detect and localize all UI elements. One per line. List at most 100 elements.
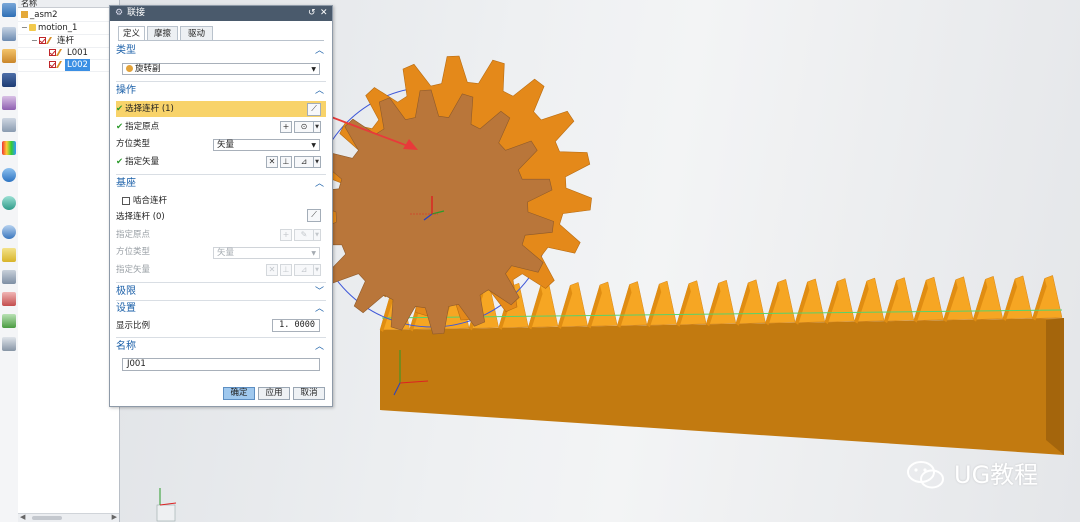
row-label: 啮合连杆 bbox=[133, 196, 168, 206]
tab-definition[interactable]: 定义 bbox=[118, 26, 145, 41]
gear-settings-icon: ⚙ bbox=[115, 8, 124, 18]
chevron-up-icon[interactable]: ︿ bbox=[315, 340, 324, 354]
row-label: 选择连杆 (1) bbox=[125, 104, 174, 114]
section-operation-header[interactable]: 操作 ︿ bbox=[116, 84, 326, 98]
cancel-button[interactable]: 取消 bbox=[293, 387, 325, 400]
visibility-checkbox[interactable] bbox=[49, 49, 56, 56]
process-studio-icon[interactable] bbox=[2, 196, 16, 210]
properties-icon[interactable] bbox=[2, 337, 16, 351]
base-vector-inference-icon: ⊿ bbox=[294, 264, 314, 276]
tab-divider bbox=[118, 40, 324, 41]
scroll-left-icon[interactable]: ◀ bbox=[20, 513, 25, 521]
point-options-dropdown-icon[interactable]: ▼ bbox=[314, 121, 321, 133]
motion-navigator: 名称 _asm2 − motion_1 − 连杆 L001 L002 ◀ ▶ bbox=[18, 0, 120, 522]
revolute-joint-icon bbox=[126, 65, 133, 72]
section-base-header[interactable]: 基座 ︿ bbox=[116, 177, 326, 191]
section-limits-header[interactable]: 极限 ﹀ bbox=[116, 285, 326, 299]
chevron-up-icon[interactable]: ︿ bbox=[315, 44, 324, 58]
base-link-select-icon[interactable]: ⟋ bbox=[307, 209, 321, 222]
visibility-checkbox[interactable] bbox=[49, 61, 56, 68]
section-name-header[interactable]: 名称 ︿ bbox=[116, 340, 326, 354]
tree-item-l002[interactable]: L002 bbox=[18, 59, 119, 72]
world-triad-icon bbox=[156, 488, 177, 522]
close-icon[interactable]: ✕ bbox=[320, 6, 328, 21]
operation-orientation-type-select[interactable]: 矢量 ▼ bbox=[213, 139, 320, 151]
section-title: 类型 bbox=[116, 45, 136, 56]
collapse-icon[interactable]: − bbox=[31, 35, 38, 47]
select-value: 矢量 bbox=[217, 248, 235, 258]
watermark-text: UG教程 bbox=[954, 461, 1039, 489]
check-icon: ✔ bbox=[116, 122, 124, 132]
column-header-name[interactable]: 名称 bbox=[18, 0, 119, 8]
assembly-navigator-icon[interactable] bbox=[2, 3, 16, 17]
dialog-title: 联接 bbox=[127, 8, 146, 18]
scrollbar-thumb[interactable] bbox=[32, 516, 62, 520]
tab-driver[interactable]: 驱动 bbox=[180, 26, 213, 40]
point-inference-icon[interactable]: ⊙ bbox=[294, 121, 314, 133]
web-browser-icon[interactable] bbox=[2, 118, 16, 132]
joint-type-value: 旋转副 bbox=[135, 64, 161, 74]
joint-name-input[interactable]: J001 bbox=[122, 358, 320, 371]
section-title: 基座 bbox=[116, 178, 136, 189]
dropdown-arrow-icon: ▼ bbox=[311, 142, 316, 149]
tree-item-motion[interactable]: − motion_1 bbox=[18, 22, 119, 35]
section-title: 极限 bbox=[116, 286, 136, 297]
assembly-icon bbox=[21, 11, 28, 18]
row-label: 指定矢量 bbox=[116, 265, 151, 275]
section-type-header[interactable]: 类型 ︿ bbox=[116, 44, 326, 58]
roles-icon[interactable] bbox=[2, 270, 16, 284]
visibility-checkbox[interactable] bbox=[39, 37, 46, 44]
base-select-link[interactable]: 选择连杆 (0) bbox=[116, 210, 326, 224]
chevron-up-icon[interactable]: ︿ bbox=[315, 302, 324, 316]
engage-link-checkbox[interactable] bbox=[122, 197, 130, 205]
part-navigator-icon[interactable] bbox=[2, 49, 16, 63]
reverse-direction-icon[interactable]: ✕ bbox=[266, 156, 278, 168]
dropdown-arrow-icon: ▼ bbox=[311, 66, 316, 73]
tree-item-label: L001 bbox=[67, 48, 88, 58]
row-label: 方位类型 bbox=[116, 139, 151, 149]
tree-item-label: _asm2 bbox=[30, 10, 58, 20]
operation-select-link[interactable]: ✔ 选择连杆 (1) bbox=[116, 102, 326, 116]
select-value: 矢量 bbox=[217, 140, 235, 150]
reset-icon[interactable]: ↺ bbox=[308, 6, 316, 21]
joint-type-select[interactable]: 旋转副 ▼ bbox=[122, 63, 320, 75]
collapse-icon[interactable]: − bbox=[21, 22, 28, 34]
apply-button[interactable]: 应用 bbox=[258, 387, 290, 400]
tree-item-label: 连杆 bbox=[57, 36, 75, 46]
dialog-titlebar[interactable]: ⚙ 联接 ↺ ✕ bbox=[110, 6, 332, 21]
chevron-up-icon[interactable]: ︿ bbox=[315, 84, 324, 98]
vector-options-dropdown-icon[interactable]: ▼ bbox=[314, 156, 321, 168]
scroll-right-icon[interactable]: ▶ bbox=[112, 513, 117, 521]
wechat-logo-icon bbox=[907, 461, 944, 489]
chevron-down-icon[interactable]: ﹀ bbox=[315, 285, 324, 299]
link-select-icon[interactable]: ⟋ bbox=[307, 103, 321, 116]
point-dialog-icon[interactable]: + bbox=[280, 121, 292, 133]
chevron-up-icon[interactable]: ︿ bbox=[315, 177, 324, 191]
system-scene-icon[interactable] bbox=[2, 292, 16, 306]
ok-button[interactable]: 确定 bbox=[223, 387, 255, 400]
history-icon[interactable] bbox=[2, 141, 16, 155]
clock-icon[interactable] bbox=[2, 225, 16, 239]
reuse-library-icon[interactable] bbox=[2, 73, 16, 87]
section-settings-header[interactable]: 设置 ︿ bbox=[116, 302, 326, 316]
base-point-options-dropdown-icon: ▼ bbox=[314, 229, 321, 241]
section-title: 名称 bbox=[116, 341, 136, 352]
base-point-inference-icon: ✎ bbox=[294, 229, 314, 241]
hd3d-tools-icon[interactable] bbox=[2, 96, 16, 110]
divider bbox=[116, 282, 326, 283]
divider bbox=[116, 174, 326, 175]
rack-model bbox=[379, 275, 1064, 455]
vector-inference-icon[interactable]: ⊿ bbox=[294, 156, 314, 168]
constraint-navigator-icon[interactable] bbox=[2, 27, 16, 41]
system-materials-icon[interactable] bbox=[2, 168, 16, 182]
tree-item-asm[interactable]: _asm2 bbox=[18, 9, 119, 22]
manufacturing-icon[interactable] bbox=[2, 314, 16, 328]
tab-friction[interactable]: 摩擦 bbox=[147, 26, 178, 40]
horizontal-scrollbar[interactable]: ◀ ▶ bbox=[18, 513, 119, 522]
section-title: 设置 bbox=[116, 303, 136, 314]
motion-navigator-icon[interactable] bbox=[2, 248, 16, 262]
base-orientation-type-select: 矢量 ▼ bbox=[213, 247, 320, 259]
vector-dialog-icon[interactable]: ⊥ bbox=[280, 156, 292, 168]
row-label: 指定矢量 bbox=[125, 157, 160, 167]
display-scale-input[interactable]: 1. 0000 bbox=[272, 319, 320, 332]
